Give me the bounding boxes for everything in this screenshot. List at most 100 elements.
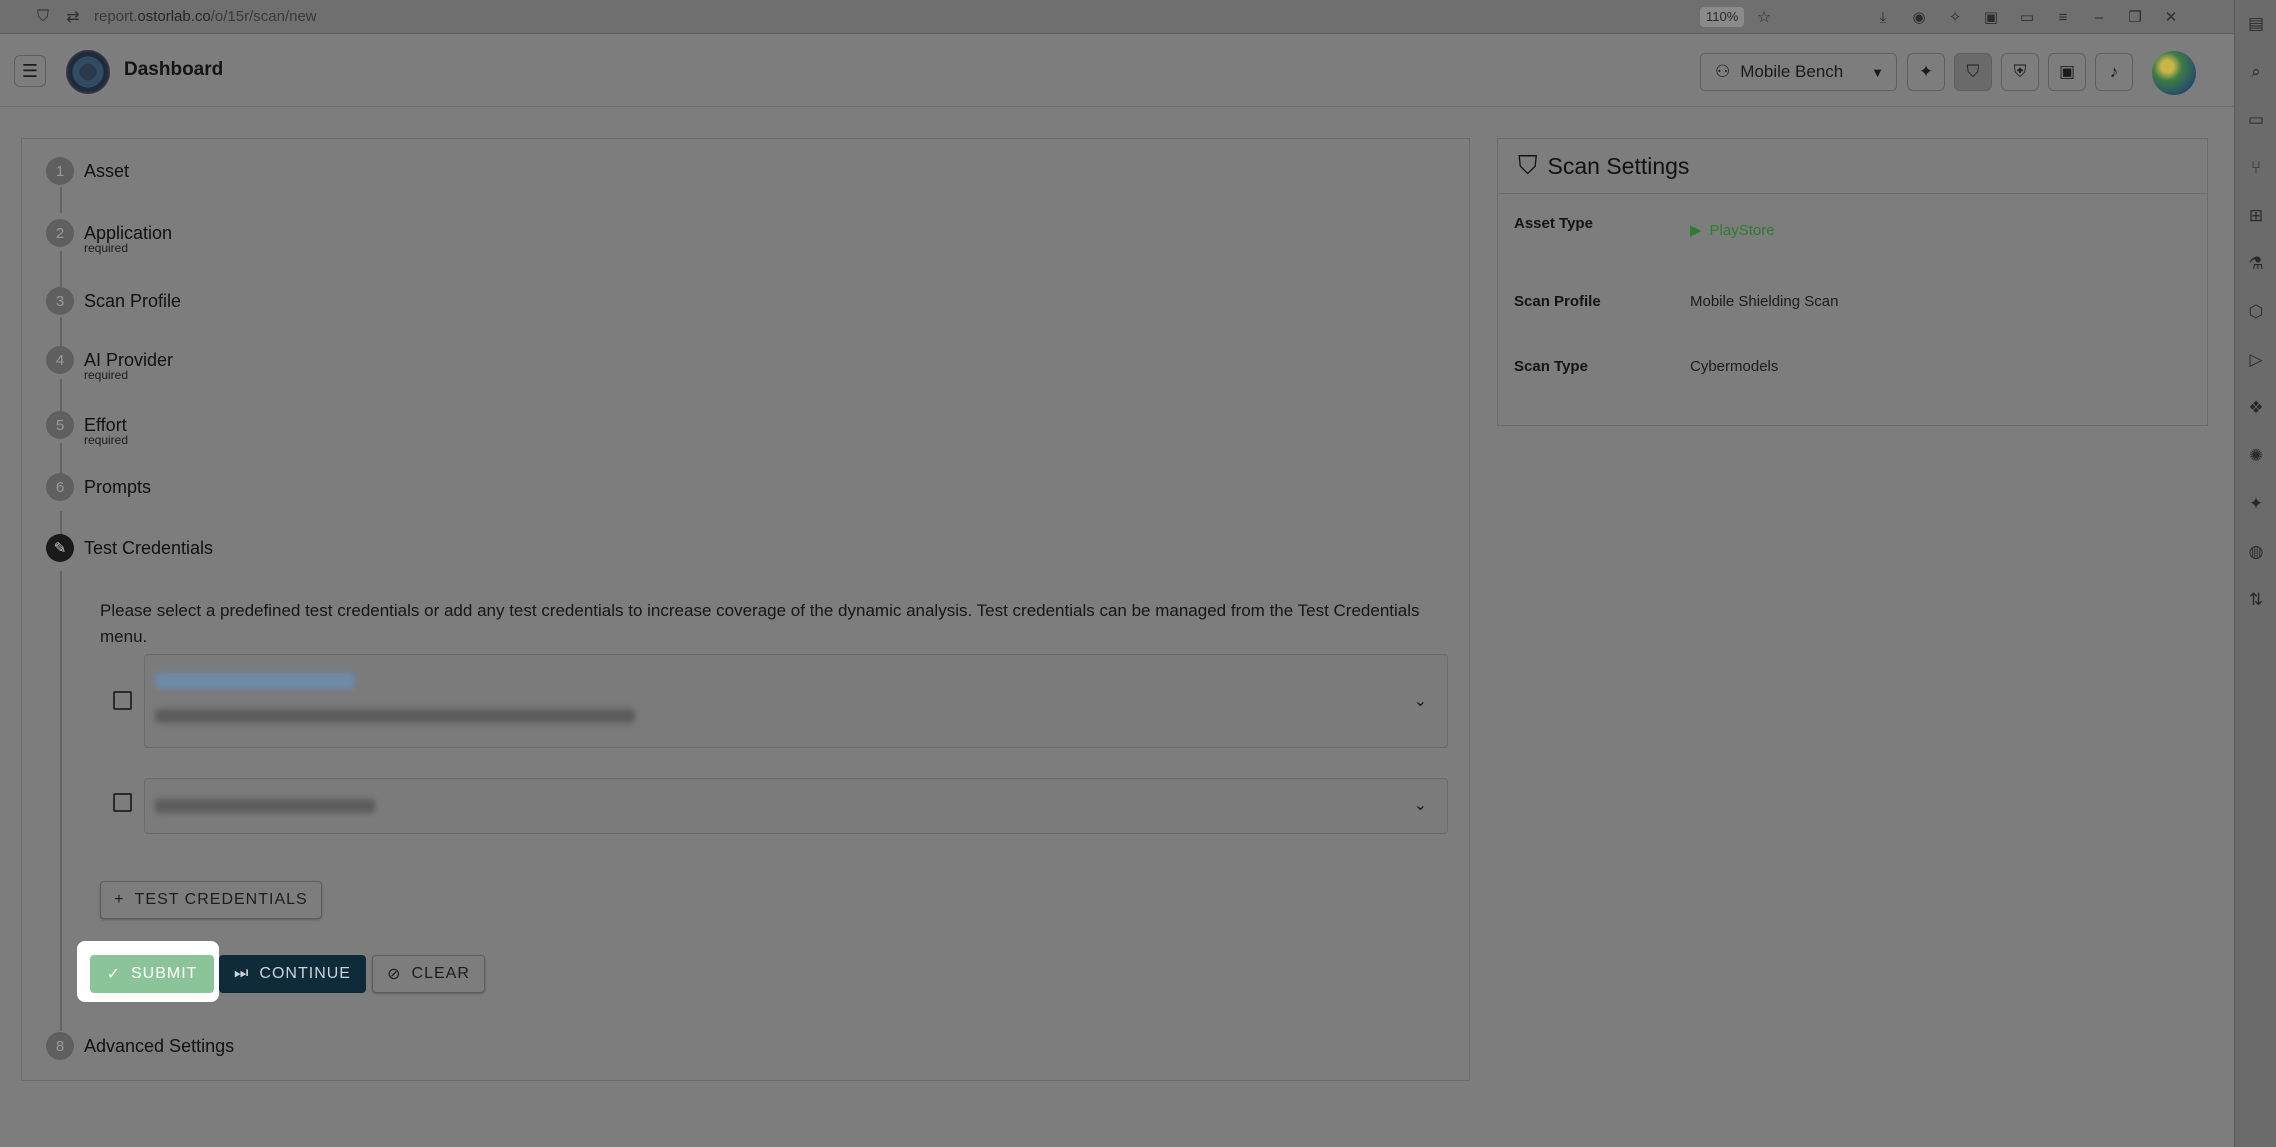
menu-button[interactable]: ☰ [14,55,46,87]
close-icon[interactable]: ✕ [2160,6,2182,28]
workspace-select[interactable]: ⚇ Mobile Bench ▼ [1700,53,1897,91]
step-connector [60,251,62,289]
step-number: 2 [46,219,74,247]
contacts-button[interactable]: ▣ [2048,53,2086,91]
bookmark-star-icon[interactable]: ☆ [1753,6,1775,28]
pages-icon[interactable]: ▤ [2244,12,2268,36]
step-asset[interactable]: 1 Asset [46,157,129,185]
sparkle-icon[interactable]: ✦ [2244,492,2268,516]
step-prompts[interactable]: 6 Prompts [46,473,151,501]
url-prefix: report. [94,8,138,25]
step-connector [60,571,62,1031]
address-bar[interactable]: report.ostorlab.co/o/15r/scan/new [94,8,317,25]
step-test-credentials[interactable]: ✎ Test Credentials [46,534,213,562]
extensions-icon[interactable]: ⊞ [2244,204,2268,228]
step-number: 1 [46,157,74,185]
step-required-label: required [84,433,129,447]
scan-shield-button[interactable]: ⛉ [1954,53,1992,91]
button-label: Test Credentials [134,891,308,908]
skip-next-icon: ⏭ [234,965,250,982]
app-header: ☰ Dashboard ⚇ Mobile Bench ▼ ✦ ⛉ ⛨ ▣ ♪ [0,35,2234,107]
github-icon[interactable]: ◍ [2244,540,2268,564]
step-label: Prompts [84,477,152,497]
credential-accordion[interactable]: ⌄ [144,654,1448,748]
check-icon: ✓ [106,966,121,983]
settings-row-asset-type: Asset Type ▶ PlayStore [1514,215,1775,239]
site-settings-icon[interactable]: ⇄ [62,6,84,28]
redacted-credential-detail [155,709,635,723]
app-menu-icon[interactable]: ≡ [2052,6,2074,28]
screen-icon[interactable]: ▭ [2244,108,2268,132]
page-title: Dashboard [124,59,224,80]
block-icon: ⊘ [387,966,402,983]
team-icon: ⚇ [1715,62,1731,81]
step-connector [60,187,62,213]
contact-card-icon: ▣ [2058,62,2076,81]
credential-checkbox[interactable] [113,793,132,812]
flask-icon[interactable]: ⚗ [2244,252,2268,276]
app-logo[interactable] [66,50,110,94]
settings-value: ▶ PlayStore [1690,221,1775,240]
user-avatar[interactable] [2152,51,2196,95]
settings-value: Mobile Shielding Scan [1690,293,1839,310]
step-label: Scan Profile [84,291,182,311]
ai-sparkle-button[interactable]: ✦ [1907,53,1945,91]
sparkle-icon: ✦ [1918,62,1934,81]
settings-key: Scan Profile [1514,293,1601,310]
browser-side-rail: ▤ ⌕ ▭ ⑂ ⊞ ⚗ ⬡ ▷ ❖ ✺ ✦ ◍ ⇅ [2234,0,2276,1147]
credential-checkbox[interactable] [113,691,132,710]
clear-button[interactable]: ⊘ Clear [372,955,485,993]
container-icon[interactable]: ▣ [1980,6,2002,28]
zoom-level[interactable]: 110% [1700,7,1745,27]
chevron-down-icon[interactable]: ⌄ [1414,795,1427,815]
python-icon[interactable]: ❖ [2244,396,2268,420]
settings-row-scan-type: Scan Type Cybermodels [1514,358,1778,375]
browser-toolbar: ⛉ ⇄ report.ostorlab.co/o/15r/scan/new 11… [0,0,2234,34]
step-effort[interactable]: 5 Effort required [46,411,128,447]
branch-icon[interactable]: ⑂ [2244,156,2268,180]
search-icon[interactable]: ⌕ [2244,60,2268,84]
settings-key: Asset Type [1514,215,1593,232]
chevron-down-icon: ▼ [1871,64,1884,80]
redacted-credential-title [155,799,375,813]
edit-pencil-icon: ✎ [46,534,74,562]
extensions-icon[interactable]: ✧ [1944,6,1966,28]
bell-icon: ♪ [2109,62,2119,81]
settings-title: Scan Settings [1547,152,1690,179]
workspace-name: Mobile Bench [1740,62,1844,81]
settings-row-scan-profile: Scan Profile Mobile Shielding Scan [1514,293,1838,310]
step-number: 5 [46,411,74,439]
credentials-description: Please select a predefined test credenti… [100,601,1420,646]
minimize-icon[interactable]: – [2088,6,2110,28]
step-connector [60,379,62,415]
step-number: 8 [46,1032,74,1060]
step-number: 3 [46,287,74,315]
play-icon[interactable]: ▷ [2244,348,2268,372]
notifications-button[interactable]: ♪ [2095,53,2133,91]
credential-accordion[interactable]: ⌄ [144,778,1448,834]
settings-value-text: PlayStore [1709,221,1775,239]
settings-header: ⛉ Scan Settings [1498,139,2207,194]
step-advanced-settings[interactable]: 8 Advanced Settings [46,1032,234,1060]
step-scan-profile[interactable]: 3 Scan Profile [46,287,181,315]
restore-icon[interactable]: ❐ [2124,6,2146,28]
button-label: Clear [411,965,470,982]
step-label: Asset [84,161,130,181]
continue-button[interactable]: ⏭ Continue [219,955,366,993]
cube-icon[interactable]: ⬡ [2244,300,2268,324]
shield-search-icon: ⛉ [1966,62,1980,81]
redacted-credential-title [155,673,355,689]
button-label: Continue [259,965,351,982]
security-button[interactable]: ⛨ [2001,53,2039,91]
chevron-down-icon[interactable]: ⌄ [1414,691,1427,711]
step-ai-provider[interactable]: 4 AI Provider required [46,346,173,382]
step-application[interactable]: 2 Application required [46,219,172,255]
download-icon[interactable]: ⤓ [1872,6,1894,28]
git-compare-icon[interactable]: ⇅ [2244,588,2268,612]
burst-icon[interactable]: ✺ [2244,444,2268,468]
add-test-credentials-button[interactable]: + Test Credentials [100,881,322,919]
shield-icon[interactable]: ⛉ [32,6,54,28]
sidebar-toggle-icon[interactable]: ▭ [2016,6,2038,28]
account-icon[interactable]: ◉ [1908,6,1930,28]
submit-button[interactable]: ✓ Submit [90,955,214,993]
